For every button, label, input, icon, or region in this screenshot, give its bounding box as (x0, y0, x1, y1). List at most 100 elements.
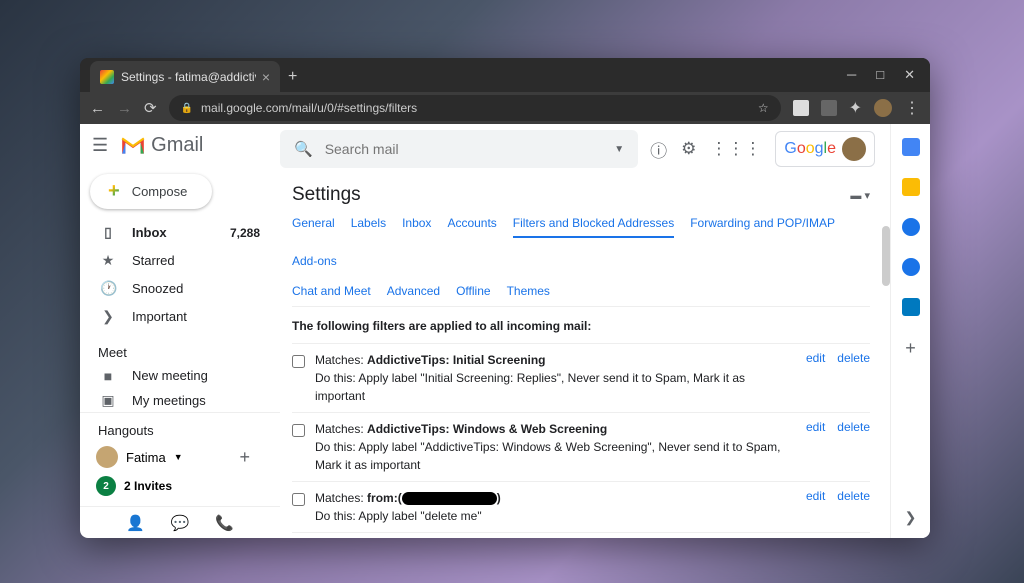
scrollbar[interactable] (882, 226, 890, 286)
hangout-user[interactable]: Fatima ▼ + (80, 442, 280, 472)
google-account[interactable]: Google (775, 131, 875, 167)
back-icon[interactable]: ← (90, 100, 105, 117)
extension-icon-2[interactable] (821, 100, 837, 116)
inbox-count: 7,288 (230, 226, 260, 240)
main-panel: 🔍 ▼ ⓘ ⚙ ⋮⋮⋮ Google Settings (280, 124, 890, 538)
edit-link[interactable]: edit (806, 420, 825, 434)
filter-actions: edit delete (806, 420, 870, 434)
phone-icon[interactable]: 📞 (215, 514, 234, 532)
invite-badge: 2 (96, 476, 116, 496)
tab-offline[interactable]: Offline (456, 284, 490, 298)
window-controls: ─ □ ✕ (847, 67, 930, 83)
meet-label: Meet (80, 335, 280, 364)
tab-add-ons[interactable]: Add-ons (292, 254, 337, 268)
trello-app-icon[interactable] (902, 298, 920, 316)
hangouts-section: Hangouts Fatima ▼ + 2 2 Invites (80, 412, 280, 506)
filter-text: Matches: AddictiveTips: Windows & Web Sc… (315, 420, 796, 474)
menu-icon[interactable]: ⋮ (904, 98, 920, 118)
inbox-icon: ▯ (100, 224, 116, 241)
compose-label: Compose (132, 184, 188, 199)
tab-inbox[interactable]: Inbox (402, 216, 431, 238)
maximize-icon[interactable]: □ (876, 67, 884, 83)
filter-row: Matches: AddictiveTips: Initial Screenin… (292, 343, 870, 412)
edit-link[interactable]: edit (806, 489, 825, 503)
browser-tab[interactable]: Settings - fatima@addictivetips.c × (90, 61, 280, 93)
nav-my-meetings[interactable]: ▣ My meetings (80, 388, 280, 412)
filter-checkbox[interactable] (292, 424, 305, 437)
tab-forwarding-and-pop-imap[interactable]: Forwarding and POP/IMAP (690, 216, 835, 238)
tab-filters-and-blocked-addresses[interactable]: Filters and Blocked Addresses (513, 216, 674, 238)
add-app-icon[interactable]: + (905, 338, 916, 359)
url-field[interactable]: 🔒 mail.google.com/mail/u/0/#settings/fil… (169, 95, 781, 121)
titlebar: Settings - fatima@addictivetips.c × + ─ … (80, 58, 930, 92)
tasks-app-icon[interactable] (902, 218, 920, 236)
filter-list: Matches: AddictiveTips: Initial Screenin… (292, 343, 870, 534)
tab-chat-and-meet[interactable]: Chat and Meet (292, 284, 371, 298)
user-avatar (96, 446, 118, 468)
nav-snoozed[interactable]: 🕐 Snoozed (80, 275, 280, 303)
profile-avatar[interactable] (874, 99, 892, 117)
density-toggle[interactable]: ▬ ▾ (850, 189, 870, 202)
nav-inbox[interactable]: ▯ Inbox 7,288 (80, 219, 280, 247)
nav-list: ▯ Inbox 7,288 ★ Starred 🕐 Snoozed ❯ Impo… (80, 215, 280, 335)
star-icon[interactable]: ☆ (758, 101, 769, 115)
delete-link[interactable]: delete (837, 489, 870, 503)
top-icons: ⓘ ⚙ ⋮⋮⋮ Google (650, 131, 875, 167)
tab-themes[interactable]: Themes (507, 284, 550, 298)
new-tab-button[interactable]: + (288, 68, 297, 86)
extension-icon-1[interactable] (793, 100, 809, 116)
delete-link[interactable]: delete (837, 351, 870, 365)
search-box[interactable]: 🔍 ▼ (280, 130, 638, 168)
invites-row[interactable]: 2 2 Invites (80, 472, 280, 500)
filter-intro: The following filters are applied to all… (292, 307, 870, 343)
edit-link[interactable]: edit (806, 351, 825, 365)
filter-row: Matches: from:()Do this: Apply label "de… (292, 481, 870, 532)
close-window-icon[interactable]: ✕ (904, 67, 915, 83)
url-text: mail.google.com/mail/u/0/#settings/filte… (201, 101, 417, 115)
clock-icon: 🕐 (100, 280, 116, 297)
keep-app-icon[interactable] (902, 178, 920, 196)
browser-window: Settings - fatima@addictivetips.c × + ─ … (80, 58, 930, 538)
person-icon[interactable]: 👤 (126, 514, 145, 532)
tab-accounts[interactable]: Accounts (447, 216, 496, 238)
contacts-app-icon[interactable] (902, 258, 920, 276)
close-tab-icon[interactable]: × (262, 69, 270, 85)
nav-starred[interactable]: ★ Starred (80, 247, 280, 275)
tab-advanced[interactable]: Advanced (387, 284, 440, 298)
nav-label: Important (132, 309, 187, 324)
calendar-app-icon[interactable] (902, 138, 920, 156)
gmail-logo[interactable]: Gmail (120, 134, 203, 157)
search-options-icon[interactable]: ▼ (614, 144, 624, 155)
gmail-header: ☰ Gmail (80, 124, 280, 168)
hamburger-icon[interactable]: ☰ (92, 135, 108, 156)
filter-checkbox[interactable] (292, 493, 305, 506)
search-icon: 🔍 (294, 140, 313, 158)
filter-text: Matches: AddictiveTips: Initial Screenin… (315, 351, 796, 405)
extensions-icon[interactable]: ✦ (849, 98, 862, 118)
nav-important[interactable]: ❯ Important (80, 303, 280, 331)
bottom-icons: 👤 💬 📞 (80, 506, 280, 538)
filter-actions: edit delete (806, 489, 870, 503)
compose-button[interactable]: + Compose (90, 174, 212, 209)
reload-icon[interactable]: ⟳ (144, 99, 157, 117)
add-hangout-icon[interactable]: + (239, 447, 250, 468)
help-icon[interactable]: ⓘ (650, 137, 667, 162)
hangouts-icon[interactable]: 💬 (171, 514, 190, 532)
account-avatar (842, 137, 866, 161)
left-sidebar: ☰ Gmail + Compose ▯ Inbox 7,288 (80, 124, 280, 538)
collapse-panel-icon[interactable]: ❯ (905, 509, 917, 526)
minimize-icon[interactable]: ─ (847, 67, 856, 83)
gmail-text: Gmail (151, 134, 203, 157)
tab-labels[interactable]: Labels (351, 216, 386, 238)
address-bar: ← → ⟳ 🔒 mail.google.com/mail/u/0/#settin… (80, 92, 930, 124)
apps-icon[interactable]: ⋮⋮⋮ (710, 139, 761, 159)
filter-checkbox[interactable] (292, 355, 305, 368)
forward-icon[interactable]: → (117, 100, 132, 117)
delete-link[interactable]: delete (837, 420, 870, 434)
nav-new-meeting[interactable]: ■ New meeting (80, 364, 280, 388)
tab-general[interactable]: General (292, 216, 335, 238)
star-icon: ★ (100, 252, 116, 269)
gear-icon[interactable]: ⚙ (681, 139, 696, 159)
search-input[interactable] (325, 141, 603, 157)
important-icon: ❯ (100, 308, 116, 325)
